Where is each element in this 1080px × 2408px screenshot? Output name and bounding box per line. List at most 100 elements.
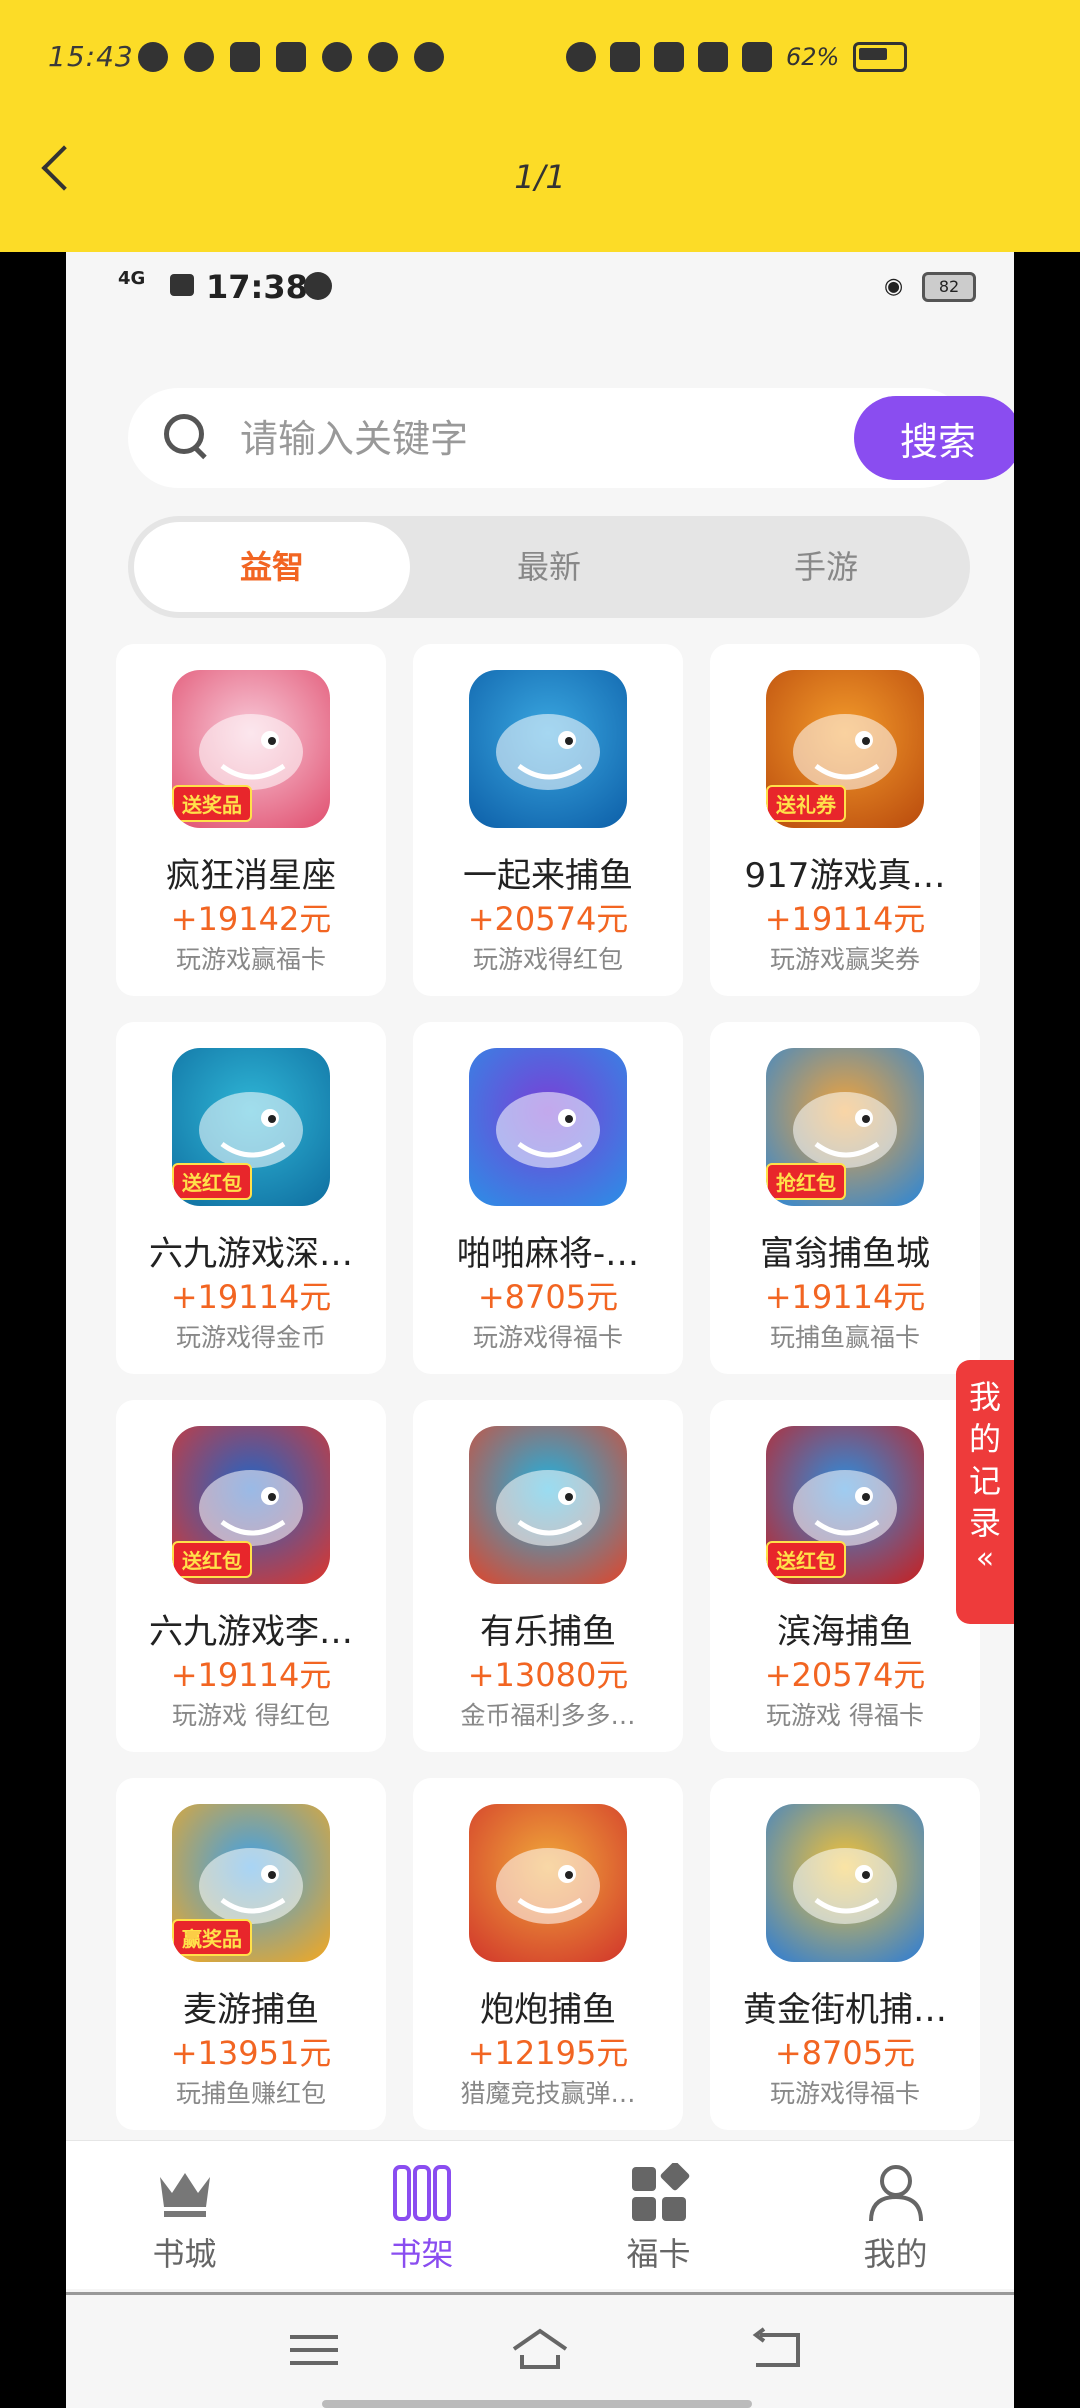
game-title: 滨海捕鱼 (777, 1612, 913, 1652)
location-icon (414, 42, 444, 72)
game-reward-amount: +12195元 (467, 2034, 629, 2072)
game-reward-amount: +19114元 (764, 1278, 926, 1316)
game-icon (469, 670, 627, 828)
outer-notification-icons (138, 42, 444, 72)
game-card[interactable]: 黄金街机捕… +8705元玩游戏得福卡 (710, 1778, 980, 2130)
game-title: 富翁捕鱼城 (760, 1234, 930, 1274)
game-reward-amount: +13080元 (467, 1656, 629, 1694)
check-icon (304, 272, 332, 300)
nav-label: 福卡 (626, 2235, 691, 2273)
game-reward-amount: +19142元 (170, 900, 332, 938)
search-button[interactable]: 搜索 (854, 396, 1014, 480)
system-nav-bar (66, 2292, 1014, 2408)
search-input[interactable] (238, 410, 802, 468)
game-description: 玩游戏得红包 (472, 945, 623, 974)
game-title: 黄金街机捕… (743, 1990, 947, 2030)
game-reward-amount: +13951元 (170, 2034, 332, 2072)
signal-icon: 4G (118, 268, 146, 289)
game-card[interactable]: 赢奖品 麦游捕鱼 +13951元 玩捕鱼赚红包 (116, 1778, 386, 2130)
mail-icon (276, 42, 306, 72)
alarm-icon (566, 42, 596, 72)
game-title: 炮炮捕鱼 (480, 1990, 616, 2030)
page-counter: 1/1 (514, 158, 566, 196)
game-description: 玩游戏赢奖券 (769, 945, 920, 974)
tab-puzzle[interactable]: 益智 (134, 522, 410, 612)
outer-status-time: 15:43 (48, 40, 134, 73)
game-description: 金币福利多多… (460, 1701, 636, 1730)
diy-icon (230, 42, 260, 72)
game-card[interactable]: 送奖品 疯狂消星座 +19142元 玩游戏赢福卡 (116, 644, 386, 996)
tab-mobile-games[interactable]: 手游 (688, 522, 964, 612)
game-badge: 抢红包 (766, 1163, 846, 1200)
hd-icon (170, 274, 194, 296)
nav-item-profile[interactable]: 我的 (777, 2141, 1014, 2289)
game-card[interactable]: 有乐捕鱼 +13080元金币福利多多… (413, 1400, 683, 1752)
vibrate-icon (610, 42, 640, 72)
battery-icon: 82 (922, 272, 976, 302)
game-card[interactable]: 抢红包富翁捕鱼城 +19114元玩捕鱼赢福卡 (710, 1022, 980, 1374)
game-description: 玩游戏得福卡 (472, 1323, 623, 1352)
category-tabs: 益智 最新 手游 (128, 516, 970, 618)
game-card[interactable]: 啪啪麻将-… +8705元玩游戏得福卡 (413, 1022, 683, 1374)
game-icon: 送红包 (766, 1426, 924, 1584)
game-description: 玩捕鱼赚红包 (175, 2079, 326, 2108)
record-tab-char: 我 (968, 1378, 1001, 1416)
game-icon: 送礼券 (766, 670, 924, 828)
game-reward-amount: +8705元 (774, 2034, 916, 2072)
game-badge: 送红包 (172, 1541, 252, 1578)
game-reward-amount: +19114元 (764, 900, 926, 938)
game-title: 一起来捕鱼 (463, 856, 633, 896)
game-description: 玩游戏 得福卡 (766, 1701, 924, 1730)
game-reward-amount: +8705元 (477, 1278, 619, 1316)
game-icon (469, 1048, 627, 1206)
game-icon: 送红包 (172, 1426, 330, 1584)
nav-item-fortune-cards[interactable]: 福卡 (540, 2141, 777, 2289)
game-description: 玩游戏得金币 (175, 1323, 326, 1352)
app-notification-icon (322, 42, 352, 72)
game-badge: 送红包 (172, 1163, 252, 1200)
game-card[interactable]: 炮炮捕鱼 +12195元猎魔竞技赢弹… (413, 1778, 683, 2130)
home-icon[interactable] (510, 2325, 570, 2375)
game-title: 917游戏真… (744, 856, 946, 896)
game-description: 玩游戏赢福卡 (175, 945, 326, 974)
chevron-left-icon: « (975, 1541, 995, 1576)
game-card[interactable]: 送礼券 917游戏真… +19114元玩游戏赢奖券 (710, 644, 980, 996)
game-title: 啪啪麻将-… (456, 1234, 640, 1274)
game-card[interactable]: 送红包滨海捕鱼 +20574元玩游戏 得福卡 (710, 1400, 980, 1752)
crown-icon (160, 2173, 210, 2217)
game-reward-amount: +19114元 (170, 1656, 332, 1694)
game-icon: 送红包 (172, 1048, 330, 1206)
game-title: 有乐捕鱼 (480, 1612, 616, 1652)
menu-icon[interactable] (284, 2325, 344, 2375)
game-description: 玩游戏 得红包 (172, 1701, 330, 1730)
game-card[interactable]: 送红包六九游戏深… +19114元玩游戏得金币 (116, 1022, 386, 1374)
bottom-nav: 书城 书架 福卡 我的 (66, 2140, 1014, 2289)
home-indicator[interactable] (322, 2400, 752, 2408)
game-card[interactable]: 送红包 六九游戏李… +19114元 玩游戏 得红包 (116, 1400, 386, 1752)
my-records-tab[interactable]: 我 的 记 录 « (956, 1360, 1014, 1624)
game-badge: 送奖品 (172, 785, 252, 822)
app-screen: 4G 17:38 ◉ 82 搜索 益智 最新 手游 送奖品疯狂消星座 +19142… (66, 252, 1014, 2408)
game-description: 猎魔竞技赢弹… (460, 2079, 636, 2108)
person-icon (869, 2165, 923, 2222)
game-reward-amount: +19114元 (170, 1278, 332, 1316)
game-card[interactable]: 一起来捕鱼 +20574元 玩游戏得红包 (413, 644, 683, 996)
game-icon (469, 1804, 627, 1962)
game-title: 六九游戏深… (149, 1234, 353, 1274)
battery-icon (853, 42, 908, 72)
back-icon[interactable] (746, 2325, 806, 2375)
record-tab-char: 记 (968, 1462, 1001, 1500)
tab-latest[interactable]: 最新 (411, 522, 687, 612)
signal-4g-icon (698, 42, 728, 72)
game-icon: 赢奖品 (172, 1804, 330, 1962)
nav-item-bookstore[interactable]: 书城 (66, 2141, 303, 2289)
game-icon: 送奖品 (172, 670, 330, 828)
nav-item-bookshelf[interactable]: 书架 (303, 2141, 540, 2289)
game-reward-amount: +20574元 (764, 1656, 926, 1694)
game-description: 玩游戏得福卡 (769, 2079, 920, 2108)
cards-grid-icon (632, 2163, 690, 2221)
search-bar: 搜索 (128, 388, 1014, 488)
game-badge: 送红包 (766, 1541, 846, 1578)
outer-battery-text: 62% (786, 43, 840, 71)
game-description: 玩捕鱼赢福卡 (769, 1323, 920, 1352)
